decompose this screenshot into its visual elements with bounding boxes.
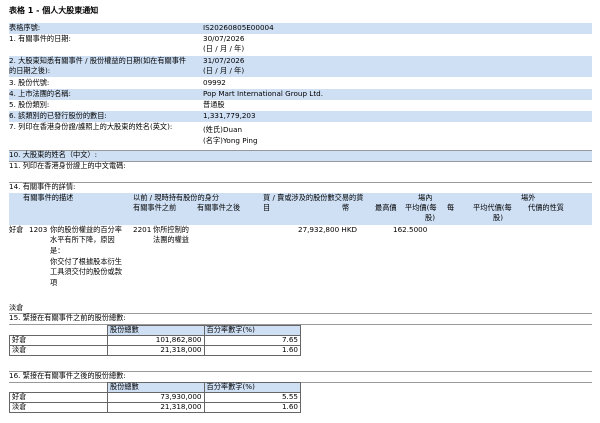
- field-aware-date-note: (日 / 月 / 年): [203, 66, 245, 75]
- sec10-label: 10. 大股東的姓名（中文）:: [9, 150, 98, 159]
- table-row: 好倉 73,930,000 5.55: [8, 392, 301, 403]
- form-page: 表格 1 - 個人大股東通知 表格序號: IS20260805E00004 1.…: [0, 0, 600, 423]
- sec14-h-avg-each: 每: [447, 203, 455, 212]
- sec14-h-avgcons2: 股): [493, 213, 503, 222]
- field-name-en-given: (名字)Yong Ping: [203, 136, 258, 145]
- sec14-h-desc: 有關事件的描述: [23, 193, 74, 202]
- sec14-h-buysell2: 幣: [342, 203, 350, 212]
- sec14-code2: 2201: [133, 225, 152, 234]
- sec14-h-buysell-eye: 目: [263, 203, 271, 212]
- sec14-desc-5: 工具須交付的股份或款: [50, 267, 122, 276]
- field-issuer-label: 4. 上市法團的名稱:: [9, 89, 71, 98]
- sec16-r1-shares: 73,930,000: [107, 392, 205, 403]
- field-serial-row: [9, 23, 592, 34]
- sec14-h-before: 有關事件之前: [133, 203, 177, 212]
- sec15-r2-shares: 21,318,000: [107, 345, 205, 356]
- field-serial-label: 表格序號:: [9, 23, 41, 32]
- sec16-h-shares: 股份總數: [107, 382, 205, 393]
- field-event-date-note: (日 / 月 / 年): [203, 44, 245, 53]
- sec14-h-avgcons: 平均代價(每: [473, 203, 512, 212]
- sec14-price: 162.5000: [393, 225, 428, 234]
- sec16-label: 16. 緊接在有關事件之後的股份總數:: [9, 371, 126, 380]
- sec15-r2-type: 淡倉: [8, 345, 109, 356]
- table-row: 淡倉 21,318,000 1.60: [8, 402, 301, 413]
- field-aware-date-value: 31/07/2026: [203, 56, 245, 65]
- sec15-r1-pct: 7.65: [203, 335, 301, 346]
- sec15-r1-shares: 101,862,800: [107, 335, 205, 346]
- sec16-h-pct: 百分率數字(%): [203, 382, 301, 393]
- field-class-value: 普通股: [203, 100, 225, 109]
- sec14-capacity-2: 法團的權益: [153, 235, 189, 244]
- sec15-label: 15. 緊接在有關事件之前的股份總數:: [9, 313, 126, 322]
- sec14-h-after: 有關事件之後: [197, 203, 241, 212]
- field-stock-code-value: 09992: [203, 78, 226, 87]
- field-class-label: 5. 股份類別:: [9, 100, 50, 109]
- sec16-r1-pct: 5.55: [203, 392, 301, 403]
- field-event-date-label: 1. 有關事件的日期:: [9, 34, 71, 43]
- field-issuer-value: Pop Mart International Group Ltd.: [203, 89, 323, 98]
- sec14-h-pos: 以前 / 現時持有股份的身分: [133, 193, 220, 202]
- sec15-h-pct: 百分率數字(%): [203, 325, 301, 336]
- sec15-table: 股份總數 百分率數字(%) 好倉 101,862,800 7.65 淡倉 21,…: [8, 325, 301, 356]
- field-name-en-label: 7. 列印在香港身份證/護照上的大股東的姓名(英文):: [9, 122, 173, 131]
- sec16-r1-type: 好倉: [8, 392, 109, 403]
- page-title: 表格 1 - 個人大股東通知: [9, 6, 99, 15]
- sec14-desc-3: 是：: [50, 246, 65, 255]
- field-aware-date-label: 2. 大股東知悉有關事件 / 股份權益的日期(如在有關事件: [9, 56, 187, 65]
- sec11-label: 11. 列印在香港身份證上的中文電碼:: [9, 161, 126, 170]
- sec15-r1-type: 好倉: [8, 335, 109, 346]
- sec14-h-avg2: 股): [425, 213, 435, 222]
- sec14-desc-6: 項: [50, 278, 58, 287]
- sec14-capacity-1: 你所控制的: [153, 225, 189, 234]
- field-issued-label: 6. 該類別的已發行股份的數目:: [9, 111, 107, 120]
- field-aware-date-label2: 的日期之後):: [9, 66, 51, 75]
- sec16-r2-type: 淡倉: [8, 402, 109, 413]
- sec16-r2-pct: 1.60: [203, 402, 301, 413]
- sec16-r2-shares: 21,318,000: [107, 402, 205, 413]
- sec14-h-onex: 場內: [418, 193, 433, 202]
- sec14-short-label: 淡倉: [9, 303, 24, 312]
- sec14-desc-2: 水平有所下降，原因: [50, 235, 115, 244]
- sec14-h-avg: 平均價(每: [405, 203, 437, 212]
- sec14-desc-1: 你的股份權益的百分率: [50, 225, 122, 234]
- field-name-en-surname: (姓氏)Duan: [203, 125, 243, 134]
- field-event-date-value: 30/07/2026: [203, 34, 245, 43]
- sec14-label: 14. 有關事件的詳情:: [9, 182, 76, 191]
- table-row: 好倉 101,862,800 7.65: [8, 335, 301, 346]
- field-stock-code-label: 3. 股份代號:: [9, 78, 50, 87]
- sec15-h-shares: 股份總數: [107, 325, 205, 336]
- sec16-table: 股份總數 百分率數字(%) 好倉 73,930,000 5.55 淡倉 21,3…: [8, 382, 301, 413]
- sec14-h-buysell: 買 / 賣或涉及的股份數交易的貨: [263, 193, 364, 202]
- field-serial-value: IS20260805E00004: [203, 23, 274, 32]
- sec14-h-high: 最高價: [375, 203, 397, 212]
- sec14-h-offex: 場外: [521, 193, 536, 202]
- sec14-code1: 1203: [29, 225, 48, 234]
- table-row: 淡倉 21,318,000 1.60: [8, 345, 301, 356]
- sec14-desc-4: 你交付了根據股本衍生: [50, 257, 122, 266]
- sec14-shares: 27,932,800 HKD: [298, 225, 358, 234]
- field-issued-value: 1,331,779,203: [203, 111, 256, 120]
- sec14-long-label: 好倉: [9, 225, 24, 234]
- sec14-h-nature: 代價的性質: [528, 203, 564, 212]
- sec15-r2-pct: 1.60: [203, 345, 301, 356]
